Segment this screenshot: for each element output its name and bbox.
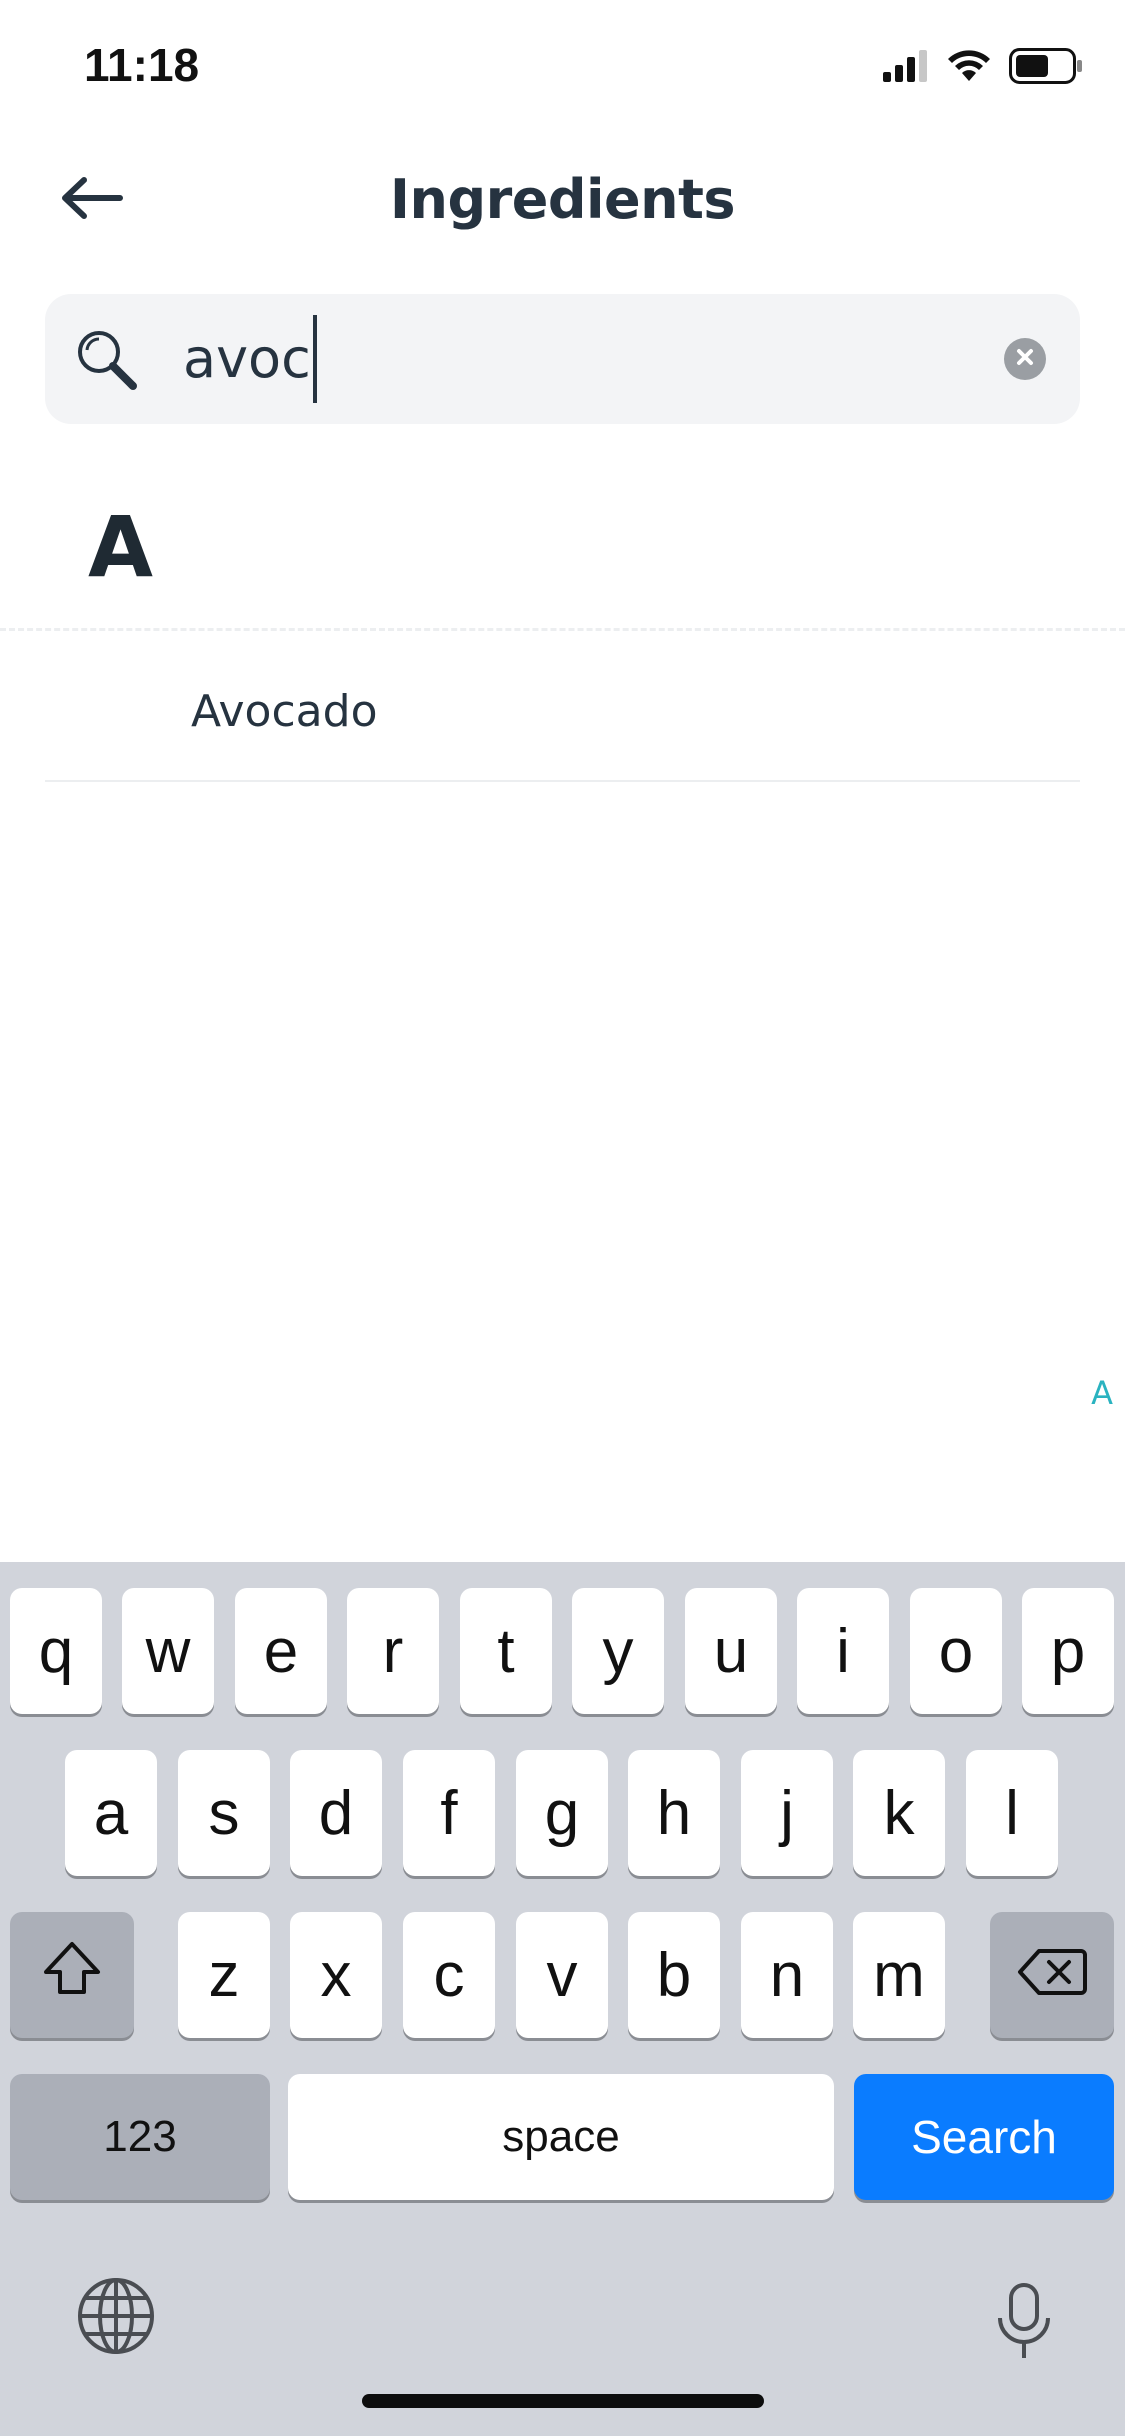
key-l[interactable]: l xyxy=(966,1750,1058,1876)
dictation-button[interactable] xyxy=(994,2282,1054,2362)
space-key[interactable]: space xyxy=(288,2074,834,2200)
backspace-icon xyxy=(1017,1940,1087,2011)
status-time: 11:18 xyxy=(84,39,200,91)
key-p[interactable]: p xyxy=(1022,1588,1114,1714)
wifi-icon xyxy=(947,49,991,87)
key-n[interactable]: n xyxy=(741,1912,833,2038)
status-icons xyxy=(883,48,1083,88)
battery-icon xyxy=(1009,48,1083,88)
list-item-label: Avocado xyxy=(191,686,378,737)
section-header-letter: A xyxy=(88,498,154,596)
key-h[interactable]: h xyxy=(628,1750,720,1876)
key-a[interactable]: a xyxy=(65,1750,157,1876)
key-m[interactable]: m xyxy=(853,1912,945,2038)
key-z[interactable]: z xyxy=(178,1912,270,2038)
page-title: Ingredients xyxy=(389,168,736,231)
key-c[interactable]: c xyxy=(403,1912,495,2038)
key-g[interactable]: g xyxy=(516,1750,608,1876)
text-cursor xyxy=(312,315,317,403)
status-bar: 11:18 xyxy=(0,0,1125,132)
search-key[interactable]: Search xyxy=(854,2074,1114,2200)
home-indicator[interactable] xyxy=(362,2394,764,2408)
key-e[interactable]: e xyxy=(235,1588,327,1714)
clear-search-button[interactable] xyxy=(1004,338,1046,380)
shift-key[interactable] xyxy=(10,1912,134,2038)
key-d[interactable]: d xyxy=(290,1750,382,1876)
key-x[interactable]: x xyxy=(290,1912,382,2038)
key-w[interactable]: w xyxy=(122,1588,214,1714)
key-v[interactable]: v xyxy=(516,1912,608,2038)
key-i[interactable]: i xyxy=(797,1588,889,1714)
search-icon xyxy=(75,328,139,392)
cellular-signal-icon xyxy=(883,50,929,86)
search-field[interactable]: avoc xyxy=(45,294,1080,424)
key-o[interactable]: o xyxy=(910,1588,1002,1714)
list-item[interactable]: Avocado xyxy=(45,636,1080,782)
key-j[interactable]: j xyxy=(741,1750,833,1876)
key-u[interactable]: u xyxy=(685,1588,777,1714)
shift-icon xyxy=(41,1940,103,2011)
screen: 11:18 Ingredients avoc A Avocado A q w e… xyxy=(0,0,1125,2436)
header: Ingredients xyxy=(0,150,1125,250)
key-y[interactable]: y xyxy=(572,1588,664,1714)
close-icon xyxy=(1015,347,1035,371)
key-r[interactable]: r xyxy=(347,1588,439,1714)
globe-button[interactable] xyxy=(76,2276,156,2356)
key-b[interactable]: b xyxy=(628,1912,720,2038)
delete-key[interactable] xyxy=(990,1912,1114,2038)
key-k[interactable]: k xyxy=(853,1750,945,1876)
globe-icon xyxy=(76,2278,156,2360)
key-f[interactable]: f xyxy=(403,1750,495,1876)
section-divider xyxy=(0,628,1125,631)
key-s[interactable]: s xyxy=(178,1750,270,1876)
search-input[interactable]: avoc xyxy=(183,315,317,403)
search-input-value: avoc xyxy=(183,327,311,390)
microphone-icon xyxy=(994,2283,1054,2366)
keyboard: q w e r t y u i o p a s d f g h j k l z … xyxy=(0,1562,1125,2436)
key-t[interactable]: t xyxy=(460,1588,552,1714)
index-letter-a[interactable]: A xyxy=(1091,1374,1113,1412)
key-q[interactable]: q xyxy=(10,1588,102,1714)
numbers-key[interactable]: 123 xyxy=(10,2074,270,2200)
